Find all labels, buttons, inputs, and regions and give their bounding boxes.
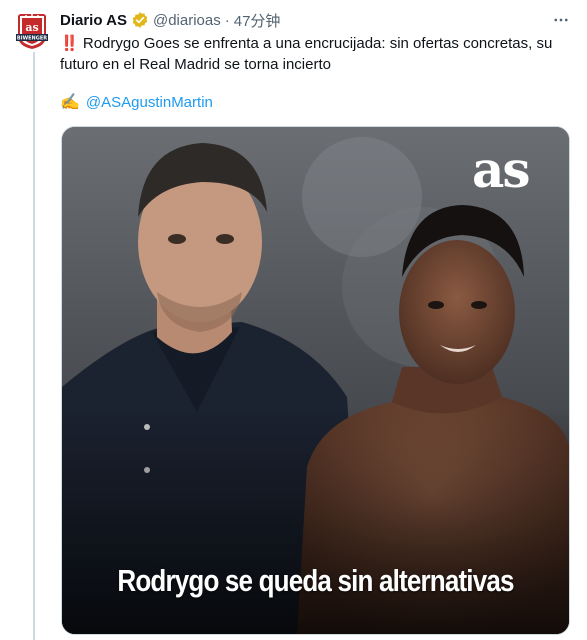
image-headline: Rodrygo se queda sin alternativas bbox=[117, 563, 514, 598]
tweet-header: Diario AS @diarioas · 47分钟 bbox=[60, 10, 280, 30]
diario-as-biwenger-logo: as BIWENGER bbox=[16, 14, 48, 49]
tweet-body: Rodrygo Goes se enfrenta a una encrucija… bbox=[60, 35, 553, 73]
avatar-logo-text: as bbox=[25, 21, 38, 34]
more-horizontal-icon[interactable] bbox=[549, 8, 573, 32]
verified-badge-icon bbox=[131, 11, 149, 29]
photo-illustration bbox=[62, 127, 569, 634]
credit-line: ✍️ @ASAgustinMartin bbox=[60, 92, 213, 113]
author-mention-link[interactable]: @ASAgustinMartin bbox=[86, 92, 213, 113]
separator-dot: · bbox=[224, 11, 230, 29]
tweet[interactable]: as BIWENGER Diario AS @diarioas · 47分钟 ‼… bbox=[0, 0, 587, 640]
as-logo: as bbox=[472, 140, 531, 199]
display-name[interactable]: Diario AS bbox=[60, 12, 127, 29]
writing-hand-icon: ✍️ bbox=[60, 94, 80, 111]
tweet-image[interactable]: as Rodrygo se queda sin alternativas bbox=[61, 126, 570, 635]
thread-line bbox=[33, 52, 35, 640]
avatar-band-text: BIWENGER bbox=[17, 36, 47, 42]
avatar[interactable]: as BIWENGER bbox=[12, 10, 52, 50]
double-exclamation-icon: ‼️ bbox=[60, 35, 79, 52]
handle[interactable]: @diarioas bbox=[153, 12, 221, 29]
timestamp[interactable]: 47分钟 bbox=[234, 10, 281, 31]
tweet-text: ‼️ Rodrygo Goes se enfrenta a una encruc… bbox=[60, 33, 575, 75]
